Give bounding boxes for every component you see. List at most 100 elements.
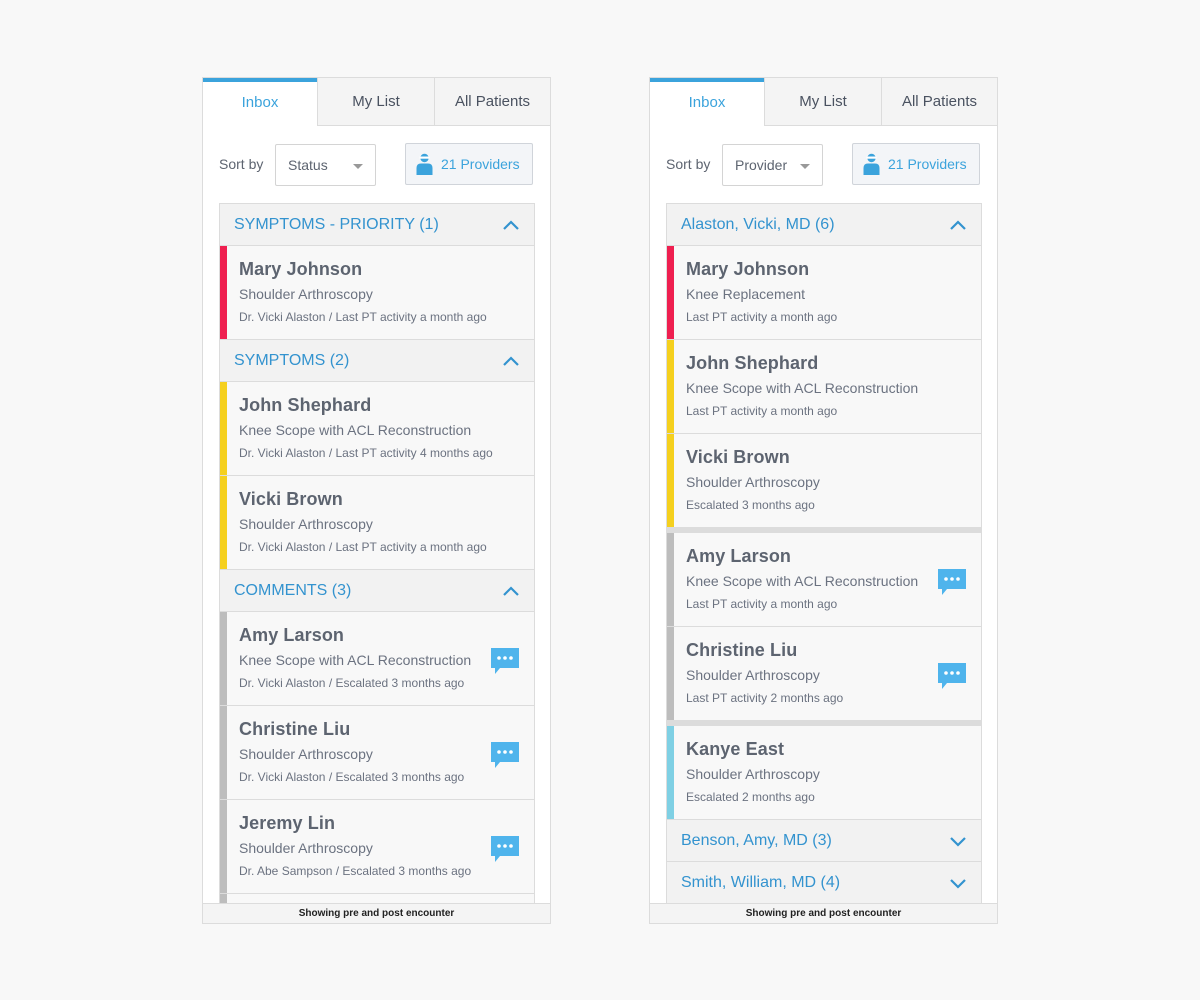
status-bar-symptom <box>220 476 227 569</box>
status-bar-comment <box>667 627 674 720</box>
group-title: Alaston, Vicki, MD (6) <box>681 215 835 233</box>
status-bar-comment <box>220 612 227 705</box>
group-title: COMMENTS (3) <box>234 581 352 599</box>
patient-list: SYMPTOMS - PRIORITY (1) Mary Johnson Sho… <box>219 203 535 904</box>
providers-button[interactable]: 21 Providers <box>405 143 533 185</box>
tab-bar: Inbox My List All Patients <box>203 78 550 126</box>
sort-bar: Sort by Status 21 Providers <box>203 126 550 204</box>
sort-select-value: Status <box>288 157 328 173</box>
patient-name: Jeremy Lin <box>239 813 336 833</box>
status-bar-priority <box>220 246 227 339</box>
status-bar-priority <box>667 246 674 339</box>
patient-procedure: Shoulder Arthroscopy <box>686 766 820 782</box>
patient-procedure: Shoulder Arthroscopy <box>239 286 373 302</box>
patient-meta: Escalated 3 months ago <box>686 498 815 512</box>
patient-name: John Shephard <box>239 395 372 415</box>
tab-bar: Inbox My List All Patients <box>650 78 997 126</box>
patient-procedure: Knee Scope with ACL Reconstruction <box>686 380 919 396</box>
patient-meta: Last PT activity a month ago <box>686 404 838 418</box>
patient-card[interactable]: Mary Johnson Shoulder Arthroscopy Dr. Vi… <box>220 246 534 340</box>
patient-card[interactable]: Mary Johnson Knee Replacement Last PT ac… <box>667 246 981 340</box>
patient-name: Christine Liu <box>239 719 351 739</box>
patient-card[interactable]: John Shephard Knee Scope with ACL Recons… <box>220 382 534 476</box>
sort-select-value: Provider <box>735 157 788 173</box>
sort-select[interactable]: Provider <box>722 144 823 186</box>
tab-all-patients[interactable]: All Patients <box>434 78 550 126</box>
group-header-benson[interactable]: Benson, Amy, MD (3) <box>667 820 981 862</box>
patient-meta: Dr. Vicki Alaston / Escalated 3 months a… <box>239 770 465 784</box>
patient-name: Amy Larson <box>239 625 345 645</box>
chevron-up-icon <box>503 355 519 366</box>
doctor-icon <box>863 153 880 175</box>
patient-name: John Shephard <box>686 353 819 373</box>
status-bar-symptom <box>220 382 227 475</box>
status-bar-symptom <box>667 340 674 433</box>
group-title: SYMPTOMS (2) <box>234 351 350 369</box>
sort-label: Sort by <box>666 156 711 172</box>
chevron-up-icon <box>503 219 519 230</box>
status-bar-symptom <box>667 434 674 527</box>
patient-meta: Last PT activity 2 months ago <box>686 691 844 705</box>
patient-meta: Last PT activity a month ago <box>686 310 838 324</box>
patient-procedure: Knee Replacement <box>686 286 806 302</box>
tab-all-patients[interactable]: All Patients <box>881 78 997 126</box>
patient-card[interactable]: Kanye East Shoulder Arthroscopy Escalate… <box>667 726 981 820</box>
group-header-symptoms[interactable]: SYMPTOMS (2) <box>220 340 534 382</box>
tab-inbox[interactable]: Inbox <box>203 78 317 126</box>
patient-meta: Dr. Vicki Alaston / Last PT activity 4 m… <box>239 446 493 460</box>
patient-meta: Dr. Vicki Alaston / Last PT activity a m… <box>239 310 487 324</box>
patient-name: Kanye East <box>686 739 785 759</box>
group-title: SYMPTOMS - PRIORITY (1) <box>234 215 439 233</box>
providers-button[interactable]: 21 Providers <box>852 143 980 185</box>
chevron-down-icon <box>950 878 966 889</box>
patient-procedure: Knee Scope with ACL Reconstruction <box>239 422 472 438</box>
group-header-alaston[interactable]: Alaston, Vicki, MD (6) <box>667 204 981 246</box>
patient-card[interactable]: Vicki Brown Shoulder Arthroscopy Escalat… <box>667 434 981 528</box>
sort-bar: Sort by Provider 21 Providers <box>650 126 997 204</box>
patient-card[interactable]: Jeremy Lin Shoulder Arthroscopy Dr. Abe … <box>220 800 534 894</box>
providers-label: 21 Providers <box>441 156 520 172</box>
chat-bubble-icon[interactable] <box>490 835 520 863</box>
patient-card[interactable]: Amy Larson Knee Scope with ACL Reconstru… <box>220 612 534 706</box>
providers-label: 21 Providers <box>888 156 967 172</box>
footer-status: Showing pre and post encounter <box>203 903 550 923</box>
status-bar-comment <box>667 533 674 626</box>
group-header-symptoms-priority[interactable]: SYMPTOMS - PRIORITY (1) <box>220 204 534 246</box>
group-header-comments[interactable]: COMMENTS (3) <box>220 570 534 612</box>
status-bar-comment <box>220 706 227 799</box>
doctor-icon <box>416 153 433 175</box>
patient-card[interactable]: Christine Liu Shoulder Arthroscopy Last … <box>667 627 981 721</box>
tab-my-list[interactable]: My List <box>764 78 881 126</box>
sort-label: Sort by <box>219 156 264 172</box>
patient-procedure: Shoulder Arthroscopy <box>239 516 373 532</box>
patient-list: Alaston, Vicki, MD (6) Mary Johnson Knee… <box>666 203 982 904</box>
patient-name: Amy Larson <box>686 546 792 566</box>
patient-meta: Dr. Vicki Alaston / Last PT activity a m… <box>239 540 487 554</box>
tab-inbox[interactable]: Inbox <box>650 78 764 126</box>
inbox-panel-status: Inbox My List All Patients Sort by Statu… <box>202 77 551 924</box>
inbox-panel-provider: Inbox My List All Patients Sort by Provi… <box>649 77 998 924</box>
patient-card[interactable]: John Shephard Knee Scope with ACL Recons… <box>667 340 981 434</box>
patient-card[interactable]: Vicki Brown Shoulder Arthroscopy Dr. Vic… <box>220 476 534 570</box>
patient-meta: Dr. Vicki Alaston / Escalated 3 months a… <box>239 676 465 690</box>
chat-bubble-icon[interactable] <box>490 741 520 769</box>
patient-meta: Escalated 2 months ago <box>686 790 815 804</box>
chevron-up-icon <box>503 585 519 596</box>
patient-card[interactable]: Amy Larson Knee Scope with ACL Reconstru… <box>667 533 981 627</box>
patient-card[interactable]: Christine Liu Shoulder Arthroscopy Dr. V… <box>220 706 534 800</box>
chat-bubble-icon[interactable] <box>937 662 967 690</box>
tab-my-list[interactable]: My List <box>317 78 434 126</box>
patient-meta: Dr. Abe Sampson / Escalated 3 months ago <box>239 864 472 878</box>
group-header-smith[interactable]: Smith, William, MD (4) <box>667 862 981 904</box>
caret-down-icon <box>800 164 810 169</box>
patient-name: Vicki Brown <box>239 489 343 509</box>
chat-bubble-icon[interactable] <box>490 647 520 675</box>
status-bar-comment <box>220 800 227 893</box>
patient-name: Vicki Brown <box>686 447 790 467</box>
patient-meta: Last PT activity a month ago <box>686 597 838 611</box>
sort-select[interactable]: Status <box>275 144 376 186</box>
patient-procedure: Shoulder Arthroscopy <box>686 474 820 490</box>
chat-bubble-icon[interactable] <box>937 568 967 596</box>
group-title: Benson, Amy, MD (3) <box>681 831 832 849</box>
chevron-up-icon <box>950 219 966 230</box>
